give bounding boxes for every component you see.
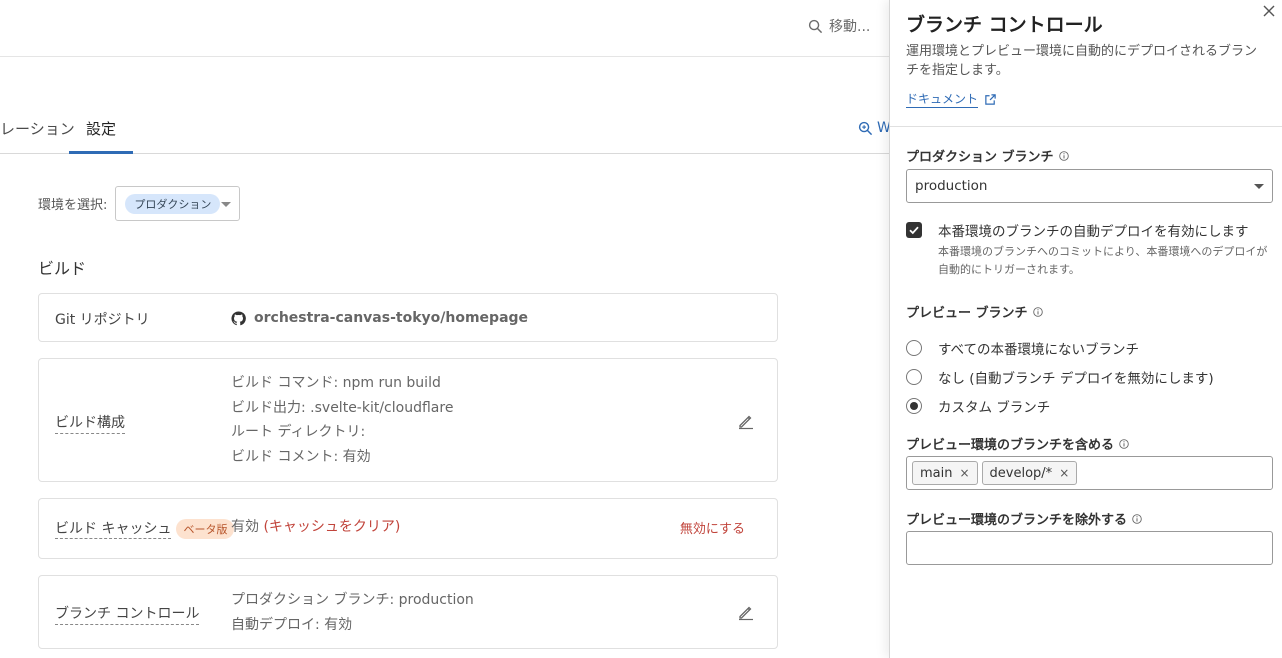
close-icon[interactable] <box>1262 4 1276 18</box>
auto-deploy-value: 自動デプロイ: 有効 <box>231 616 353 633</box>
git-repository-label: Git リポジトリ <box>55 312 150 328</box>
panel-description: 運用環境とプレビュー環境に自動的にデプロイされるブランチを指定します。 <box>906 44 1258 78</box>
branch-tag-label: develop/* <box>989 465 1053 481</box>
zoom-icon <box>858 121 873 135</box>
preview-option-all-label: すべての本番環境にないブランチ <box>938 342 1140 358</box>
search-button[interactable]: 移動... <box>808 16 870 36</box>
preview-option-none-label: なし (自動ブランチ デプロイを無効にします) <box>938 371 1214 387</box>
documentation-link-label: ドキュメント <box>906 92 979 108</box>
search-placeholder: 移動... <box>829 19 871 35</box>
environment-selector-row: 環境を選択: プロダクション <box>38 186 241 221</box>
exclude-branches-input[interactable] <box>906 531 1273 565</box>
external-link-icon <box>985 93 996 105</box>
beta-badge: ベータ版 <box>176 518 235 539</box>
production-branch-label: プロダクション ブランチ <box>906 150 1054 165</box>
preview-option-all-radio[interactable] <box>906 340 922 356</box>
build-config-values: ビルド コマンド: npm run build ビルド出力: .svelte-k… <box>231 371 453 470</box>
tab-settings[interactable]: 設定 <box>86 118 116 139</box>
preview-option-custom-label: カスタム ブランチ <box>938 400 1051 416</box>
preview-option-custom-radio[interactable] <box>906 398 922 414</box>
branch-tag-label: main <box>920 465 953 481</box>
remove-tag-icon[interactable]: × <box>959 466 969 480</box>
build-comment: ビルド コメント: 有効 <box>231 449 371 466</box>
build-cache-label: ビルド キャッシュ <box>55 518 172 539</box>
edit-branch-control-icon[interactable] <box>737 603 755 621</box>
panel-title: ブランチ コントロール <box>906 14 1103 36</box>
build-cache-card: ビルド キャッシュ ベータ版 有効 (キャッシュをクリア) 無効にする <box>38 498 778 559</box>
branch-control-panel: ブランチ コントロール 運用環境とプレビュー環境に自動的にデプロイされるブランチ… <box>889 0 1282 658</box>
edit-build-config-icon[interactable] <box>737 412 755 430</box>
preview-option-none[interactable]: なし (自動ブランチ デプロイを無効にします) <box>906 367 1214 387</box>
remove-tag-icon[interactable]: × <box>1059 466 1069 480</box>
root-directory: ルート ディレクトリ: <box>231 424 366 441</box>
chevron-down-icon <box>1254 184 1264 189</box>
github-icon <box>231 311 246 326</box>
build-config-card: ビルド構成 ビルド コマンド: npm run build ビルド出力: .sv… <box>38 358 778 482</box>
auto-deploy-option: 本番環境のブランチの自動デプロイを有効にします 本番環境のブランチへのコミットに… <box>906 220 1268 279</box>
preview-branch-field-label: プレビュー ブランチ <box>906 302 1043 321</box>
build-command: ビルド コマンド: npm run build <box>231 375 441 391</box>
environment-select[interactable]: プロダクション <box>115 186 241 221</box>
auto-deploy-checkbox[interactable] <box>906 222 922 238</box>
info-icon <box>1132 513 1142 524</box>
include-branches-input[interactable]: main × develop/* × <box>906 456 1273 490</box>
peek-link[interactable]: W <box>858 120 891 136</box>
include-branches-label: プレビュー環境のブランチを含める <box>906 438 1115 453</box>
branch-tag: main × <box>912 461 978 485</box>
branch-control-values: プロダクション ブランチ: production 自動デプロイ: 有効 <box>231 588 474 637</box>
search-icon <box>808 19 823 33</box>
build-cache-status-text: 有効 <box>231 519 259 535</box>
preview-option-none-radio[interactable] <box>906 369 922 385</box>
panel-divider <box>890 126 1282 127</box>
branch-control-label: ブランチ コントロール <box>55 603 200 625</box>
info-icon <box>1119 438 1129 449</box>
build-cache-label-group: ビルド キャッシュ ベータ版 <box>55 518 235 539</box>
chevron-down-icon <box>221 202 232 207</box>
auto-deploy-help: 本番環境のブランチへのコミットにより、本番環境へのデプロイが自動的にトリガーされ… <box>938 245 1268 276</box>
checkmark-icon <box>909 226 919 235</box>
exclude-branches-label: プレビュー環境のブランチを除外する <box>906 513 1128 528</box>
info-icon <box>1058 150 1069 161</box>
build-config-label: ビルド構成 <box>55 412 125 434</box>
build-cache-status: 有効 (キャッシュをクリア) <box>231 515 400 540</box>
git-repository-card: Git リポジトリ orchestra-canvas-tokyo/homepag… <box>38 293 778 342</box>
production-branch-select[interactable]: production <box>906 169 1273 203</box>
production-branch-select-value: production <box>915 178 988 194</box>
disable-cache-button[interactable]: 無効にする <box>680 518 745 537</box>
build-output: ビルド出力: .svelte-kit/cloudflare <box>231 399 454 416</box>
git-repository-link[interactable]: orchestra-canvas-tokyo/homepage <box>231 306 528 331</box>
exclude-branches-field-label: プレビュー環境のブランチを除外する <box>906 509 1142 528</box>
info-icon <box>1032 306 1043 317</box>
tab-integration[interactable]: レーション <box>0 118 75 139</box>
documentation-link[interactable]: ドキュメント <box>906 90 997 108</box>
tab-bar: レーション 設定 W <box>0 100 891 154</box>
preview-option-all[interactable]: すべての本番環境にないブランチ <box>906 338 1139 358</box>
environment-value-pill: プロダクション <box>125 193 221 214</box>
git-repository-name: orchestra-canvas-tokyo/homepage <box>254 310 529 326</box>
production-branch-value: プロダクション ブランチ: production <box>231 592 474 608</box>
branch-control-card: ブランチ コントロール プロダクション ブランチ: production 自動デ… <box>38 575 778 649</box>
include-branches-field-label: プレビュー環境のブランチを含める <box>906 434 1129 453</box>
environment-label: 環境を選択: <box>38 198 108 213</box>
branch-tag: develop/* × <box>981 461 1078 485</box>
preview-option-custom[interactable]: カスタム ブランチ <box>906 396 1050 416</box>
build-section-title: ビルド <box>38 259 87 278</box>
clear-cache-link[interactable]: (キャッシュをクリア) <box>263 519 400 535</box>
auto-deploy-label: 本番環境のブランチの自動デプロイを有効にします <box>938 224 1249 240</box>
active-tab-indicator <box>69 151 133 154</box>
production-branch-field-label: プロダクション ブランチ <box>906 146 1069 165</box>
preview-branch-label: プレビュー ブランチ <box>906 306 1028 321</box>
